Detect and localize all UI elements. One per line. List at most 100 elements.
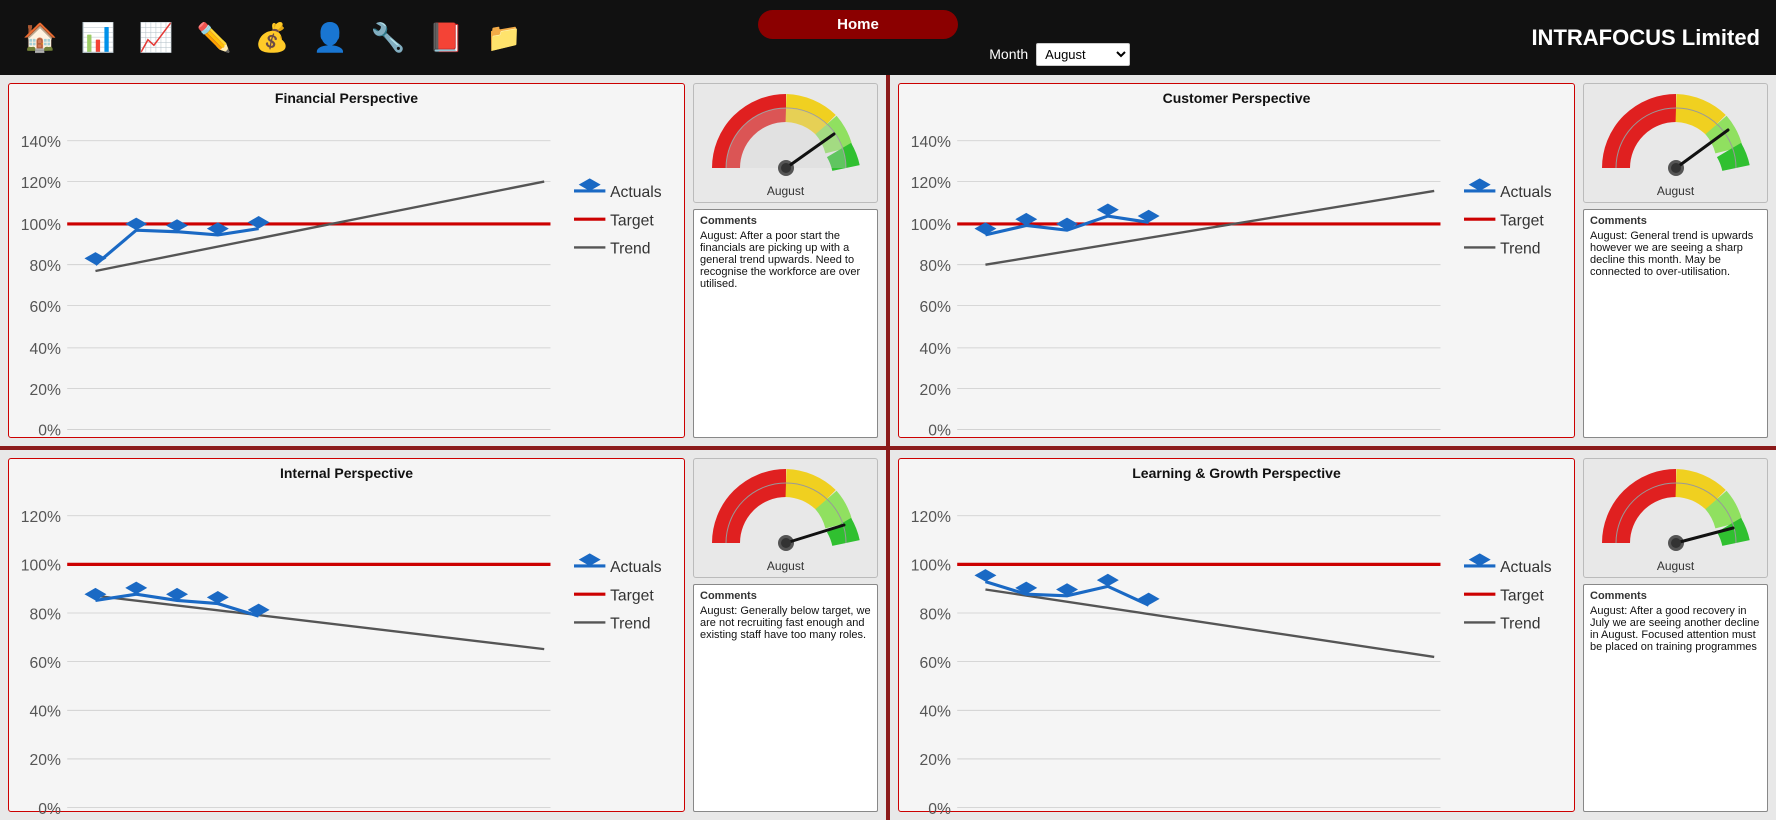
nav-icon-person[interactable]: 👤 [306, 14, 354, 62]
svg-text:40%: 40% [920, 341, 951, 358]
svg-text:Sep: Sep [1177, 445, 1202, 446]
side-panel-financial: August Comments August: After a poor sta… [693, 83, 878, 438]
nav-icon-tools[interactable]: 🔧 [364, 14, 412, 62]
svg-text:120%: 120% [21, 509, 61, 526]
gauge-label-customer: August [1657, 184, 1694, 198]
svg-text:0%: 0% [928, 800, 951, 817]
comment-title-customer: Comments [1590, 215, 1761, 227]
chart-panel-internal: Internal Perspective 120% 100% 80% 60% 4… [8, 458, 685, 813]
comment-title-internal: Comments [700, 590, 871, 602]
svg-text:Oct: Oct [1219, 445, 1241, 446]
chart-area-customer: 140% 120% 100% 80% 60% 40% 20% 0% [907, 110, 1566, 446]
svg-text:20%: 20% [30, 382, 61, 399]
gauge-label-financial: August [767, 184, 804, 198]
svg-text:Nov: Nov [368, 445, 393, 446]
chart-panel-financial: Financial Perspective 140% 120% 100% 80%… [8, 83, 685, 438]
svg-text:20%: 20% [920, 382, 951, 399]
home-button[interactable]: Home [758, 10, 958, 39]
side-panel-customer: August Comments August: General trend is… [1583, 83, 1768, 438]
svg-text:Target: Target [610, 212, 654, 229]
svg-text:Target: Target [610, 587, 654, 604]
quadrant-customer: Customer Perspective 140% 120% 100% 80% … [890, 75, 1776, 446]
svg-text:May: May [123, 445, 151, 446]
side-panel-learning: August Comments August: After a good rec… [1583, 458, 1768, 813]
svg-text:Trend: Trend [1500, 241, 1540, 258]
svg-text:60%: 60% [30, 654, 61, 671]
svg-text:40%: 40% [920, 703, 951, 720]
svg-text:100%: 100% [911, 217, 951, 234]
svg-text:Target: Target [1500, 212, 1544, 229]
chart-svg-internal: 120% 100% 80% 60% 40% 20% 0% Apr May [17, 485, 676, 820]
gauge-svg-learning [1596, 465, 1756, 555]
svg-text:Jan: Jan [1341, 445, 1364, 446]
chart-svg-financial: 140% 120% 100% 80% 60% 40% 20% 0% [17, 110, 676, 446]
svg-text:Actuals: Actuals [610, 184, 662, 201]
comment-text-financial: August: After a poor start the financial… [700, 230, 860, 290]
chart-area-financial: 140% 120% 100% 80% 60% 40% 20% 0% [17, 110, 676, 446]
month-dropdown[interactable]: August September October [1036, 43, 1130, 66]
svg-text:Jun: Jun [1056, 445, 1079, 446]
chart-title-learning: Learning & Growth Perspective [907, 465, 1566, 481]
svg-text:Trend: Trend [610, 241, 650, 258]
nav-icon-book[interactable]: 📕 [422, 14, 470, 62]
comment-title-learning: Comments [1590, 590, 1761, 602]
chart-svg-customer: 140% 120% 100% 80% 60% 40% 20% 0% [907, 110, 1566, 446]
svg-text:20%: 20% [920, 752, 951, 769]
comment-text-customer: August: General trend is upwards however… [1590, 230, 1753, 278]
svg-text:0%: 0% [928, 423, 951, 440]
gauge-label-internal: August [767, 559, 804, 573]
nav-icon-report[interactable]: 📊 [74, 14, 122, 62]
svg-text:Oct: Oct [329, 445, 351, 446]
svg-text:Target: Target [1500, 587, 1544, 604]
nav-icon-folder[interactable]: 📁 [480, 14, 528, 62]
chart-area-internal: 120% 100% 80% 60% 40% 20% 0% Apr May [17, 485, 676, 820]
comment-text-internal: August: Generally below target, we are n… [700, 605, 871, 641]
side-panel-internal: August Comments August: Generally below … [693, 458, 878, 813]
svg-text:120%: 120% [911, 175, 951, 192]
month-label: Month [989, 46, 1028, 62]
nav-icon-home[interactable]: 🏠 [16, 14, 64, 62]
chart-title-internal: Internal Perspective [17, 465, 676, 481]
nav-icon-chart[interactable]: 📈 [132, 14, 180, 62]
comment-box-learning: Comments August: After a good recovery i… [1583, 584, 1768, 813]
svg-text:Apr: Apr [974, 445, 996, 446]
nav-icon-pencil[interactable]: ✏️ [190, 14, 238, 62]
comment-text-learning: August: After a good recovery in July we… [1590, 605, 1759, 653]
chart-title-financial: Financial Perspective [17, 90, 676, 106]
month-selector-area: Month August September October [989, 43, 1130, 66]
svg-text:Dec: Dec [1299, 445, 1324, 446]
svg-text:Feb: Feb [1381, 445, 1405, 446]
svg-text:140%: 140% [21, 134, 61, 151]
svg-text:60%: 60% [30, 299, 61, 316]
svg-text:140%: 140% [911, 134, 951, 151]
svg-text:Mar: Mar [1422, 445, 1447, 446]
svg-text:Apr: Apr [84, 445, 106, 446]
svg-text:100%: 100% [911, 557, 951, 574]
svg-text:Actuals: Actuals [1500, 184, 1552, 201]
gauge-svg-internal [706, 465, 866, 555]
chart-area-learning: 120% 100% 80% 60% 40% 20% 0% Apr May [907, 485, 1566, 820]
svg-text:Actuals: Actuals [1500, 559, 1552, 576]
comment-box-customer: Comments August: General trend is upward… [1583, 209, 1768, 438]
svg-text:100%: 100% [21, 217, 61, 234]
top-navigation: 🏠 📊 📈 ✏️ 💰 👤 🔧 📕 📁 Home Month August Sep… [0, 0, 1776, 75]
chart-title-customer: Customer Perspective [907, 90, 1566, 106]
svg-text:Aug: Aug [1136, 445, 1161, 446]
nav-icon-coins[interactable]: 💰 [248, 14, 296, 62]
svg-text:Mar: Mar [532, 445, 557, 446]
svg-text:80%: 80% [30, 258, 61, 275]
gauge-svg-financial [706, 90, 866, 180]
svg-text:40%: 40% [30, 341, 61, 358]
gauge-box-internal: August [693, 458, 878, 578]
gauge-label-learning: August [1657, 559, 1694, 573]
svg-text:Sep: Sep [287, 445, 312, 446]
svg-text:60%: 60% [920, 654, 951, 671]
svg-text:80%: 80% [920, 258, 951, 275]
svg-text:20%: 20% [30, 752, 61, 769]
svg-text:120%: 120% [21, 175, 61, 192]
quadrant-internal: Internal Perspective 120% 100% 80% 60% 4… [0, 450, 886, 820]
svg-text:120%: 120% [911, 509, 951, 526]
svg-text:60%: 60% [920, 299, 951, 316]
svg-text:40%: 40% [30, 703, 61, 720]
comment-box-internal: Comments August: Generally below target,… [693, 584, 878, 813]
